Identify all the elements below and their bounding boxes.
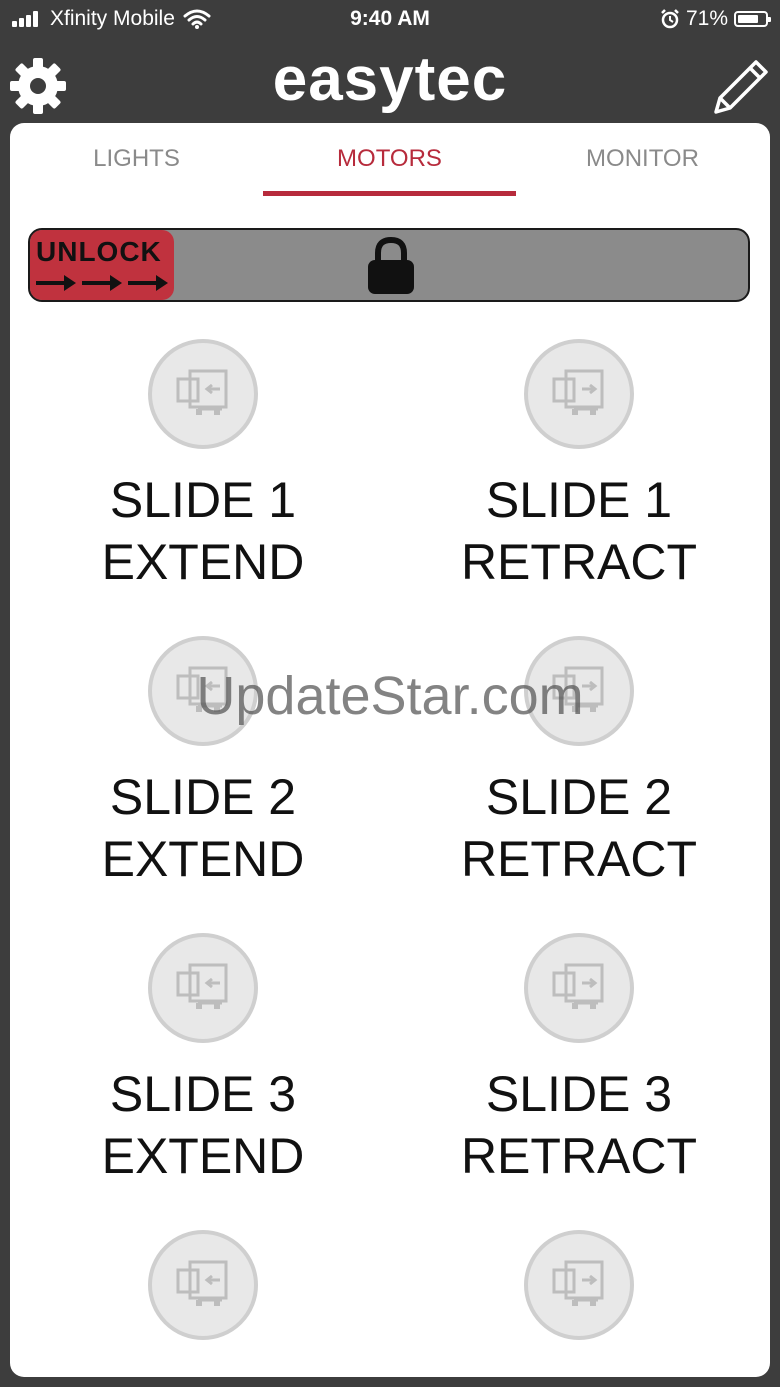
motor-label-line1: SLIDE 1	[485, 472, 673, 528]
motor-label-line1: SLIDE 1	[109, 472, 297, 528]
slide-retract-icon	[552, 963, 604, 1009]
motor-label-line1: SLIDE 2	[485, 769, 673, 825]
motor-label: SLIDE 3 EXTEND	[23, 1063, 383, 1187]
motor-label: SLIDE 2 EXTEND	[23, 766, 383, 890]
motor-label-line1: SLIDE 3	[485, 1066, 673, 1122]
motor-control-5: SLIDE 3 EXTEND	[23, 933, 383, 1187]
motor-button[interactable]	[148, 1230, 258, 1340]
motor-button[interactable]	[524, 933, 634, 1043]
battery-icon	[734, 11, 771, 27]
slide-retract-icon	[552, 369, 604, 415]
motor-label: SLIDE 3 RETRACT	[399, 1063, 759, 1187]
status-right: 71%	[660, 7, 771, 31]
motor-label-line2: EXTEND	[101, 831, 305, 887]
motor-label-line2: EXTEND	[101, 1128, 305, 1184]
motor-label-line1: SLIDE 3	[109, 1066, 297, 1122]
motor-label: SLIDE 1 RETRACT	[399, 469, 759, 593]
edit-button[interactable]	[710, 56, 772, 118]
tab-motors[interactable]: MOTORS	[263, 145, 516, 173]
app-header: easytec	[0, 44, 780, 122]
watermark: UpdateStar.com	[196, 666, 584, 726]
lock-icon	[368, 236, 414, 294]
motor-label-line2: RETRACT	[460, 831, 698, 887]
slide-retract-icon	[552, 1260, 604, 1306]
pencil-icon	[714, 60, 768, 114]
motor-control-7	[23, 1230, 383, 1360]
motor-label: SLIDE 1 EXTEND	[23, 469, 383, 593]
motor-button[interactable]	[524, 1230, 634, 1340]
alarm-icon	[661, 9, 679, 29]
motor-control-8	[399, 1230, 759, 1360]
unlock-slider[interactable]: UNLOCK	[28, 228, 750, 302]
slide-extend-icon	[176, 369, 228, 415]
app-logo: easytec	[272, 45, 508, 114]
motor-label-line1: SLIDE 2	[109, 769, 297, 825]
motor-label-line2: EXTEND	[101, 534, 305, 590]
active-tab-indicator	[263, 191, 516, 196]
motor-label-line2: RETRACT	[460, 534, 698, 590]
motor-control-1: SLIDE 1 EXTEND	[23, 339, 383, 593]
motor-control-6: SLIDE 3 RETRACT	[399, 933, 759, 1187]
status-bar: Xfinity Mobile 9:40 AM 71%	[0, 0, 780, 40]
motor-control-2: SLIDE 1 RETRACT	[399, 339, 759, 593]
slide-extend-icon	[176, 1260, 228, 1306]
unlock-label: UNLOCK	[36, 236, 162, 267]
battery-percent: 71%	[685, 7, 728, 30]
motor-button[interactable]	[524, 339, 634, 449]
motor-button[interactable]	[148, 933, 258, 1043]
unlock-handle[interactable]: UNLOCK	[30, 230, 174, 300]
motor-label-line2: RETRACT	[460, 1128, 698, 1184]
motor-button[interactable]	[148, 339, 258, 449]
main-card: LIGHTS MOTORS MONITOR UNLOCK SLIDE 1 EXTE…	[10, 123, 770, 1377]
motor-label: SLIDE 2 RETRACT	[399, 766, 759, 890]
tab-bar: LIGHTS MOTORS MONITOR	[10, 123, 770, 201]
arrows-right-icon	[36, 275, 168, 291]
tab-monitor[interactable]: MONITOR	[516, 145, 769, 173]
tab-lights[interactable]: LIGHTS	[10, 145, 263, 173]
slide-extend-icon	[176, 963, 228, 1009]
